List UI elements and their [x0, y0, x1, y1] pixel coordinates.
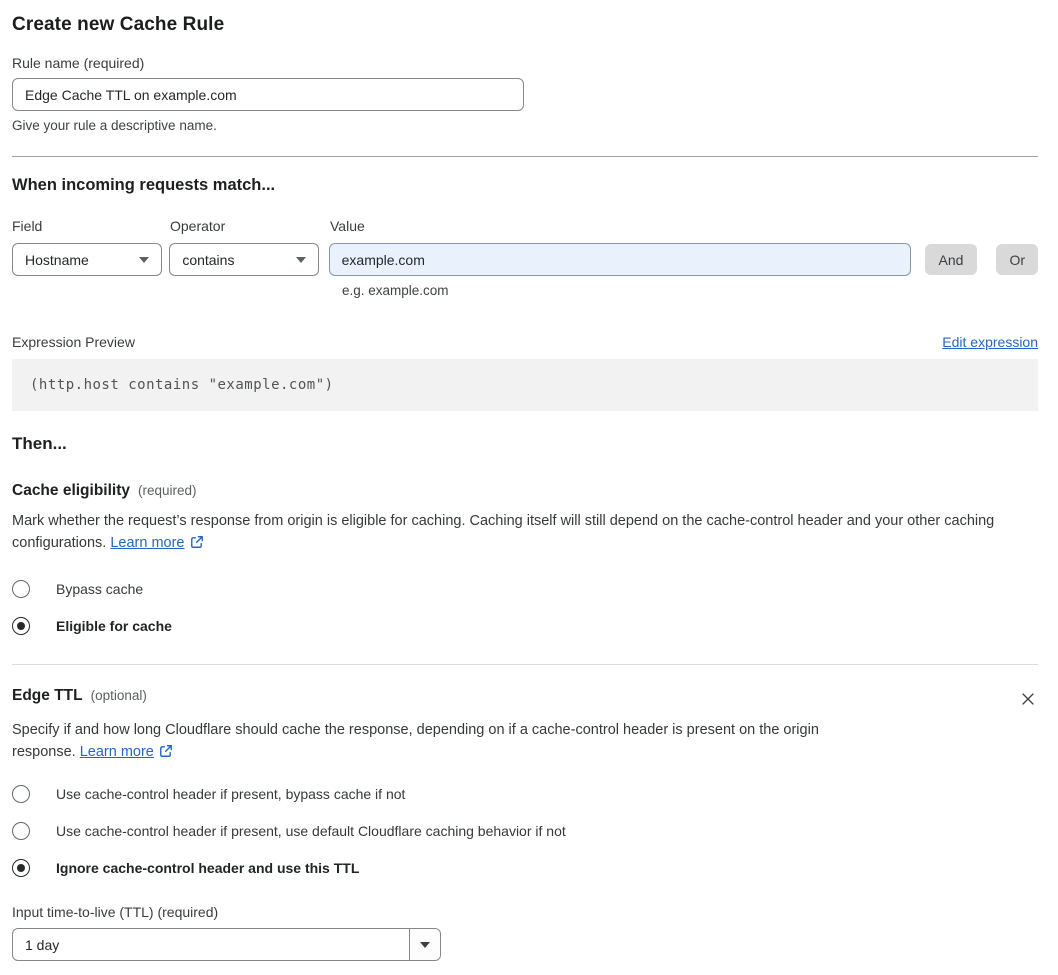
external-link-icon [159, 744, 173, 766]
edge-ttl-options: Use cache-control header if present, byp… [12, 785, 1038, 877]
chevron-down-icon [139, 256, 150, 263]
value-input[interactable] [328, 243, 911, 276]
ttl-dropdown-button[interactable] [409, 929, 440, 960]
radio-option-eligible-for-cache[interactable]: Eligible for cache [12, 617, 1038, 635]
edge-ttl-description: Specify if and how long Cloudflare shoul… [12, 720, 850, 765]
expression-preview-row: Expression Preview Edit expression [12, 334, 1038, 350]
field-label: Field [12, 218, 43, 234]
radio-option-use-header-bypass[interactable]: Use cache-control header if present, byp… [12, 785, 1038, 803]
edge-ttl-title: Edge TTL [12, 687, 83, 704]
close-icon [1022, 693, 1034, 705]
radio-checked-icon [12, 859, 30, 877]
operator-label: Operator [170, 218, 226, 234]
cache-eligibility-heading-row: Cache eligibility (required) [12, 482, 1038, 500]
cache-eligibility-qualifier: (required) [138, 483, 197, 498]
chevron-down-icon [420, 941, 430, 948]
chevron-down-icon [295, 256, 306, 263]
edit-expression-link[interactable]: Edit expression [942, 334, 1038, 350]
radio-option-bypass-cache[interactable]: Bypass cache [12, 580, 1038, 598]
match-section-heading: When incoming requests match... [12, 176, 276, 194]
ttl-input-label: Input time-to-live (TTL) (required) [12, 904, 219, 920]
learn-more-link[interactable]: Learn more [110, 535, 184, 551]
field-select[interactable]: Hostname [12, 243, 163, 276]
expression-preview-code: (http.host contains "example.com") [12, 359, 1038, 411]
expression-builder-row: Hostname contains And Or [12, 243, 1038, 276]
learn-more-link[interactable]: Learn more [80, 744, 154, 760]
edge-ttl-heading: Edge TTL (optional) [12, 687, 147, 705]
rule-name-help: Give your rule a descriptive name. [12, 118, 217, 133]
divider [12, 156, 1038, 157]
create-cache-rule-page: Create new Cache Rule Rule name (require… [0, 0, 1058, 975]
external-link-icon [190, 535, 204, 557]
cache-eligibility-options: Bypass cache Eligible for cache [12, 580, 1038, 635]
close-edge-ttl-button[interactable] [1018, 689, 1038, 712]
and-button[interactable]: And [924, 244, 978, 275]
cache-eligibility-title: Cache eligibility [12, 482, 131, 499]
radio-unchecked-icon [12, 580, 30, 598]
rule-name-label: Rule name (required) [12, 55, 145, 71]
value-label: Value [330, 218, 365, 234]
value-help: e.g. example.com [342, 283, 449, 298]
then-heading: Then... [12, 434, 67, 453]
ttl-select-value: 1 day [25, 936, 60, 953]
divider [12, 664, 1038, 665]
radio-option-use-header-default[interactable]: Use cache-control header if present, use… [12, 822, 1038, 840]
operator-select[interactable]: contains [169, 243, 319, 276]
radio-unchecked-icon [12, 785, 30, 803]
radio-option-ignore-header-use-ttl[interactable]: Ignore cache-control header and use this… [12, 859, 1038, 877]
edge-ttl-heading-row: Edge TTL (optional) [12, 687, 1038, 712]
cache-eligibility-description: Mark whether the request’s response from… [12, 511, 1024, 556]
page-title: Create new Cache Rule [12, 14, 225, 35]
expression-builder-labels: Field Operator Value [12, 218, 1038, 234]
ttl-select[interactable]: 1 day [12, 928, 441, 961]
rule-name-input[interactable] [12, 78, 524, 111]
field-select-value: Hostname [25, 251, 89, 268]
operator-select-value: contains [182, 251, 235, 268]
radio-checked-icon [12, 617, 30, 635]
expression-preview-label: Expression Preview [12, 334, 135, 350]
or-button[interactable]: Or [996, 244, 1038, 275]
edge-ttl-qualifier: (optional) [90, 688, 147, 703]
radio-unchecked-icon [12, 822, 30, 840]
